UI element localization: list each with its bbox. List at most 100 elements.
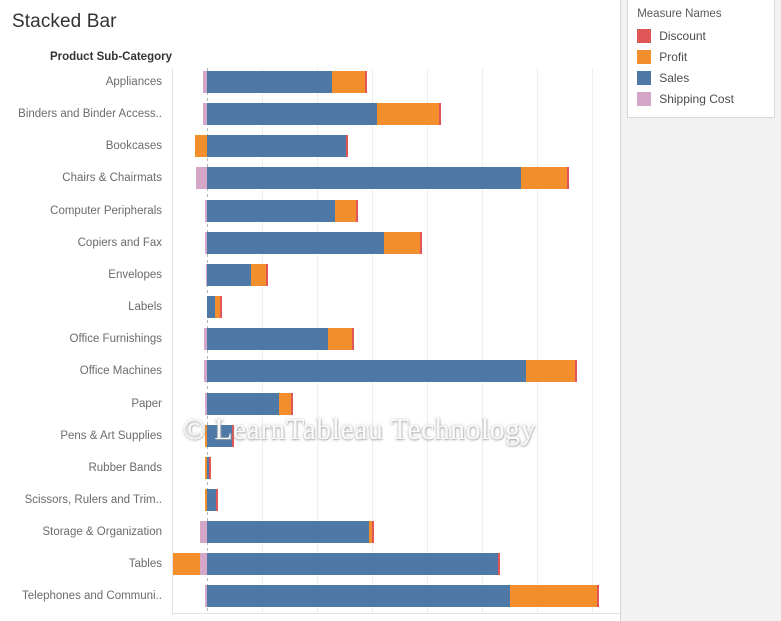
legend-pane: Measure Names Discount Profit Sales Shippin… [620, 0, 781, 621]
bar-segment-sales[interactable] [207, 135, 346, 158]
legend-title: Measure Names [637, 8, 722, 20]
bar-segment-shipping-cost[interactable] [200, 521, 207, 544]
legend-item-profit[interactable]: Profit [628, 46, 774, 67]
bar-row[interactable] [173, 585, 620, 608]
bar-segment-profit[interactable] [279, 392, 291, 415]
bar-row[interactable] [173, 296, 620, 319]
row-label[interactable]: Bookcases [0, 139, 172, 153]
legend-color-swatch [637, 91, 652, 106]
row-label[interactable]: Rubber Bands [0, 461, 172, 475]
measure-names-legend-card: Measure Names Discount Profit Sales Shippin… [627, 0, 776, 118]
bar-segment-profit[interactable] [251, 263, 266, 286]
bar-segment-sales[interactable] [207, 328, 328, 351]
bar-segment-profit[interactable] [521, 167, 567, 190]
row-label[interactable]: Appliances [0, 75, 172, 89]
bar-segment-discount[interactable] [352, 328, 354, 351]
bar-segment-sales[interactable] [207, 488, 216, 511]
row-field-header[interactable]: Product Sub-Category [0, 51, 172, 63]
bar-segment-sales[interactable] [207, 296, 215, 319]
bar-segment-sales[interactable] [207, 231, 384, 254]
bar-segment-sales[interactable] [207, 424, 232, 447]
legend-color-swatch [637, 49, 652, 64]
legend-color-swatch [637, 70, 652, 85]
row-label[interactable]: Paper [0, 397, 172, 411]
bar-row[interactable] [173, 488, 620, 511]
bar-segment-profit[interactable] [332, 71, 365, 93]
bar-segment-discount[interactable] [498, 553, 500, 576]
bar-segment-discount[interactable] [291, 392, 293, 415]
bar-segment-discount[interactable] [356, 199, 358, 222]
bar-segment-sales[interactable] [207, 263, 251, 286]
row-label[interactable]: Copiers and Fax [0, 236, 172, 250]
bar-segment-discount[interactable] [216, 488, 218, 511]
bar-row[interactable] [173, 521, 620, 544]
bar-row[interactable] [173, 199, 620, 222]
bar-segment-profit[interactable] [173, 553, 200, 576]
bar-segment-discount[interactable] [266, 263, 268, 286]
bar-segment-sales[interactable] [207, 585, 510, 608]
bar-row[interactable] [173, 328, 620, 351]
row-label[interactable]: Tables [0, 557, 172, 571]
bar-segment-profit[interactable] [510, 585, 597, 608]
row-label[interactable]: Computer Peripherals [0, 204, 172, 218]
bar-segment-sales[interactable] [207, 199, 335, 222]
row-label[interactable]: Office Machines [0, 364, 172, 378]
bar-row[interactable] [173, 553, 620, 576]
bar-segment-discount[interactable] [346, 135, 348, 158]
bar-segment-discount[interactable] [597, 585, 599, 608]
bar-row[interactable] [173, 103, 620, 126]
bar-segment-sales[interactable] [207, 392, 279, 415]
bar-segment-discount[interactable] [372, 521, 374, 544]
row-label[interactable]: Storage & Organization [0, 525, 172, 539]
bar-segment-profit[interactable] [195, 135, 207, 158]
bar-segment-sales[interactable] [207, 167, 521, 190]
tableau-worksheet-window: Stacked Bar Product Sub-Category Applian… [0, 0, 781, 621]
legend-item-discount[interactable]: Discount [628, 25, 774, 46]
row-label[interactable]: Telephones and Communi.. [0, 589, 172, 603]
bar-row[interactable] [173, 392, 620, 415]
bar-segment-discount[interactable] [567, 167, 569, 190]
bar-row[interactable] [173, 263, 620, 286]
legend-item-label: Sales [659, 70, 690, 85]
bar-segment-sales[interactable] [207, 71, 332, 93]
bar-row[interactable] [173, 424, 620, 447]
legend-item-shipping-cost[interactable]: Shipping Cost [628, 88, 774, 109]
row-label[interactable]: Envelopes [0, 268, 172, 282]
row-label[interactable]: Binders and Binder Access.. [0, 107, 172, 121]
page-title: Stacked Bar [12, 11, 117, 32]
bar-segment-profit[interactable] [328, 328, 352, 351]
bar-segment-shipping-cost[interactable] [200, 553, 207, 576]
bar-row[interactable] [173, 231, 620, 254]
row-label[interactable]: Office Furnishings [0, 332, 172, 346]
bar-segment-profit[interactable] [384, 231, 420, 254]
bar-segment-discount[interactable] [232, 424, 234, 447]
bar-segment-shipping-cost[interactable] [196, 167, 207, 190]
bar-segment-discount[interactable] [575, 360, 577, 383]
bar-row[interactable] [173, 167, 620, 190]
legend-item-label: Discount [659, 28, 706, 43]
bar-segment-discount[interactable] [420, 231, 422, 254]
row-label[interactable]: Scissors, Rulers and Trim.. [0, 493, 172, 507]
bar-segment-sales[interactable] [207, 553, 498, 576]
plot-area[interactable] [173, 68, 620, 614]
bar-segment-discount[interactable] [439, 103, 441, 126]
bar-segment-discount[interactable] [209, 456, 211, 479]
bar-segment-sales[interactable] [207, 521, 369, 544]
bar-segment-sales[interactable] [207, 103, 377, 126]
bar-segment-profit[interactable] [335, 199, 356, 222]
legend-item-sales[interactable]: Sales [628, 67, 774, 88]
bar-segment-profit[interactable] [377, 103, 439, 126]
bar-row[interactable] [173, 360, 620, 383]
bar-segment-profit[interactable] [526, 360, 575, 383]
worksheet-pane: Stacked Bar Product Sub-Category Applian… [0, 0, 621, 621]
bar-row[interactable] [173, 456, 620, 479]
row-label[interactable]: Chairs & Chairmats [0, 171, 172, 185]
bar-segment-discount[interactable] [365, 71, 367, 93]
bar-segment-sales[interactable] [207, 360, 526, 383]
row-label[interactable]: Pens & Art Supplies [0, 429, 172, 443]
bar-segment-discount[interactable] [220, 296, 222, 319]
bar-row[interactable] [173, 135, 620, 158]
legend-item-list: Discount Profit Sales Shipping Cost [628, 25, 774, 109]
bar-row[interactable] [173, 71, 620, 93]
row-label[interactable]: Labels [0, 300, 172, 314]
